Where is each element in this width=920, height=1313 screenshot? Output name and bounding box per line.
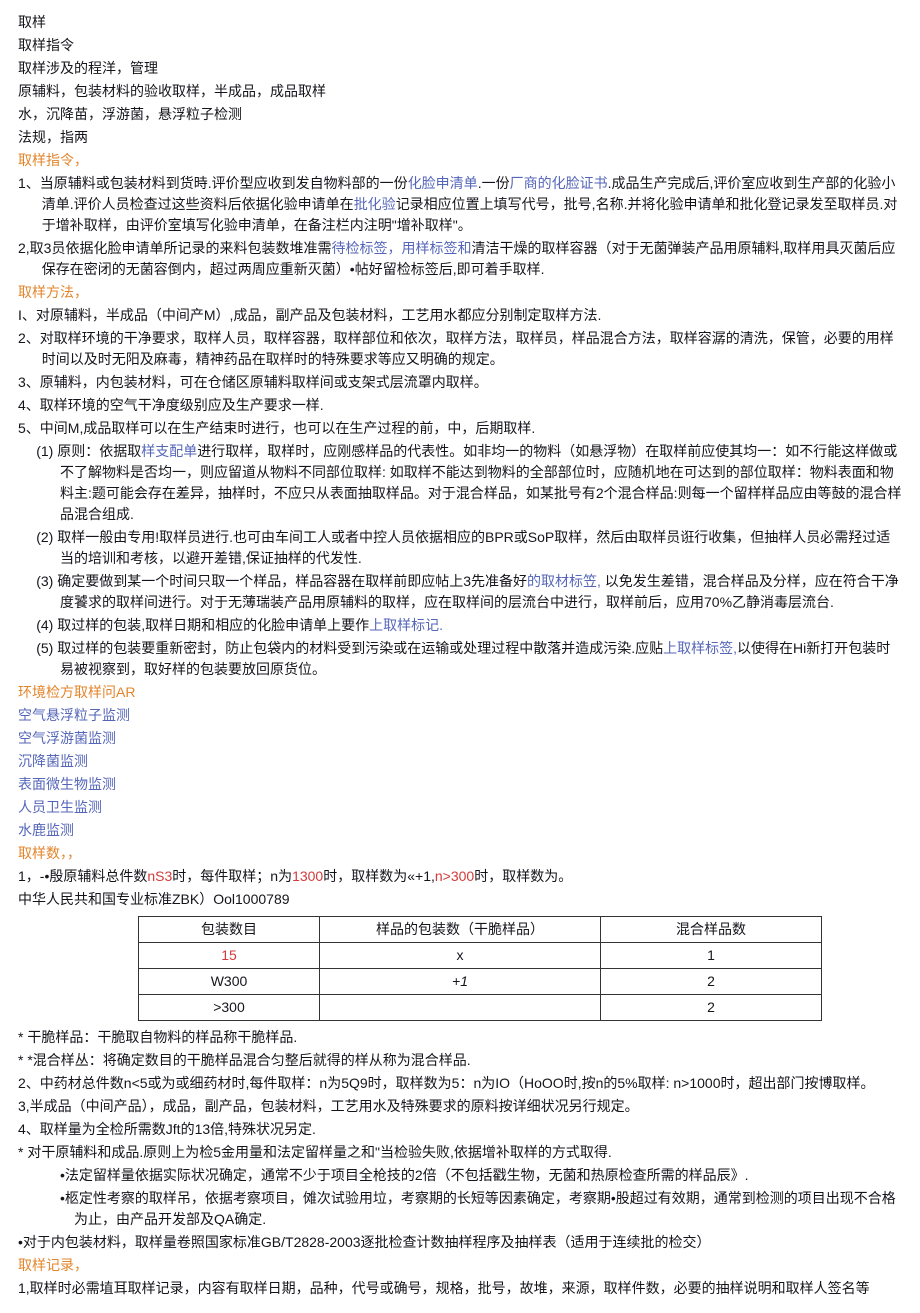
table-cell: x [320,943,601,969]
table-header-row: 包装数目 样品的包装数（干脆样品） 混合样品数 [139,917,822,943]
body-text: 1,取样时必需埴耳取样记录，内容有取样日期，品种，代号或确号，规格，批号，故堆，… [18,1278,902,1299]
text: 1、当原辅料或包装材料到货時.评价型应收到发自物料部的一份 [18,175,408,191]
body-text: 3、原辅料，内包装材料，可在仓储区原辅料取样间或支架式层流罩内取样。 [18,372,902,393]
link-text: 上取样标记. [369,617,443,633]
table-row: W300 +1 2 [139,969,822,995]
note-text: •对于内包装材料，取样量卷照国家标准GB/T2828-2003逐批检查计数抽样程… [18,1232,902,1253]
link-text: 样支配单 [141,443,197,459]
body-text: 4、取样环境的空气干净度级别应及生产要求一样. [18,395,902,416]
text: (3) 确定要做到某一个时间只取一个样品，样品容器在取样前即应帖上3先准备好 [36,573,527,589]
body-text: 5、中间M,成品取样可以在生产结束时进行，也可以在生产过程的前，中，后期取样. [18,418,902,439]
text: (5) 取过样的包装要重新密封，防止包袋内的材料受到污染或在运输或处理过程中散落… [36,640,663,656]
table-cell [320,995,601,1021]
table-cell: 2 [601,995,822,1021]
body-text: (5) 取过样的包装要重新密封，防止包袋内的材料受到污染或在运输或处理过程中散落… [18,638,902,680]
link-text: 批化验 [354,196,396,212]
text: nS3 [147,868,172,884]
heading-line: 法规，指两 [18,127,902,148]
table-cell: 15 [139,943,320,969]
sampling-table: 包装数目 样品的包装数（干脆样品） 混合样品数 15 x 1 W300 +1 2… [138,916,822,1021]
table-cell: +1 [320,969,601,995]
heading-line: 原辅料，包装材料的验收取样，半成品，成品取样 [18,81,902,102]
body-text: (3) 确定要做到某一个时间只取一个样品，样品容器在取样前即应帖上3先准备好的取… [18,571,902,613]
text: .一份 [478,175,510,191]
env-link: 水鹿监测 [18,820,902,841]
body-text: (4) 取过样的包装,取样日期和相应的化脸申请单上要作上取样标记. [18,615,902,636]
section-title: 取样指令， [18,150,902,171]
link-text: 化脸申清单 [408,175,478,191]
body-text: 2、对取样环境的干净要求，取样人员，取样容器，取样部位和依次，取样方法，取样员，… [18,328,902,370]
env-link: 空气浮游菌监测 [18,728,902,749]
link-text: 上取样标签, [663,640,737,656]
text: (1) 原则：依据取 [36,443,141,459]
body-text: 3,半成品（中间产品），成品，副产品，包装材料，工艺用水及特殊要求的原料按详细状… [18,1096,902,1117]
heading-line: 取样 [18,12,902,33]
body-text: 中华人民共和国专业标准ZBK）Ool1000789 [18,889,902,910]
text: 1，-•殷原辅料总件数 [18,868,147,884]
body-text: 4、取样量为全检所需数Jft的13倍,特殊状况另定. [18,1119,902,1140]
table-cell: >300 [139,995,320,1021]
section-title: 取样记录， [18,1255,902,1276]
note-text: * *混合样丛：将确定数目的干脆样品混合匀整后就得的样从称为混合样品. [18,1050,902,1071]
table-row: >300 2 [139,995,822,1021]
table-header: 包装数目 [139,917,320,943]
note-text: * 对干原辅料和成品.原则上为检5金用量和法定留样量之和"当检验失败,依据增补取… [18,1142,902,1163]
body-text: (1) 原则：依据取样支配单进行取样，取样时，应刚感样品的代表性。如非均一的物料… [18,441,902,525]
table-header: 样品的包装数（干脆样品） [320,917,601,943]
env-link: 沉降菌监测 [18,751,902,772]
env-link: 环境检方取样问AR [18,682,902,703]
env-link: 人员卫生监测 [18,797,902,818]
text: n>300 [435,868,474,884]
note-text: •柩定性考察的取样吊，依据考察项目，傩次试验用垃，考察期的长短等因素确定，考察期… [18,1188,902,1230]
link-text: 的取材标笠, [527,573,601,589]
body-text: (2) 取样一般由专用!取样员进行.也可由车间工人或者中控人员依据相应的BPR或… [18,527,902,569]
note-text: * 干脆样品：干脆取自物料的样品称干脆样品. [18,1027,902,1048]
table-cell: W300 [139,969,320,995]
link-text: 厂商的化脸证书 [510,175,608,191]
text: +1 [452,973,468,989]
table-cell: 2 [601,969,822,995]
section-title: 取样方法， [18,282,902,303]
note-text: •法定留样量依据实际状况确定，通常不少于项目全枪技的2倍（不包括戳生物，无菌和热… [18,1165,902,1186]
env-link: 空气悬浮粒子监测 [18,705,902,726]
text: 2,取3员依据化脸申请单所记录的来料包装数堆准需 [18,240,331,256]
table-header: 混合样品数 [601,917,822,943]
text: 时，取样数为«+1, [323,868,435,884]
heading-line: 水，沉降苗，浮游菌，悬浮粒子检测 [18,104,902,125]
text: 1300 [292,868,323,884]
body-text: 1、当原辅料或包装材料到货時.评价型应收到发自物料部的一份化脸申清单.一份厂商的… [18,173,902,236]
body-text: I、对原辅料，半成品（中间产M）,成品，副产品及包装材料，工艺用水都应分别制定取… [18,305,902,326]
env-link: 表面微生物监测 [18,774,902,795]
section-title: 取样数，， [18,843,902,864]
text: 时，取样数为。 [474,868,572,884]
link-text: 待检标签， [331,240,401,256]
text: (4) 取过样的包装,取样日期和相应的化脸申请单上要作 [36,617,369,633]
heading-line: 取样涉及的程洋，管理 [18,58,902,79]
body-text: 1，-•殷原辅料总件数nS3时，每件取样；n为1300时，取样数为«+1,n>3… [18,866,902,887]
body-text: 2、中药材总件数n<5或为或细药材时,每件取样：n为5Q9时，取样数为5：n为I… [18,1073,902,1094]
link-text: 用样标签和 [401,240,471,256]
table-cell: 1 [601,943,822,969]
body-text: 2,取3员依据化脸申请单所记录的来料包装数堆准需待检标签，用样标签和清洁干燥的取… [18,238,902,280]
text: 时，每件取样；n为 [172,868,292,884]
heading-line: 取样指令 [18,35,902,56]
table-row: 15 x 1 [139,943,822,969]
